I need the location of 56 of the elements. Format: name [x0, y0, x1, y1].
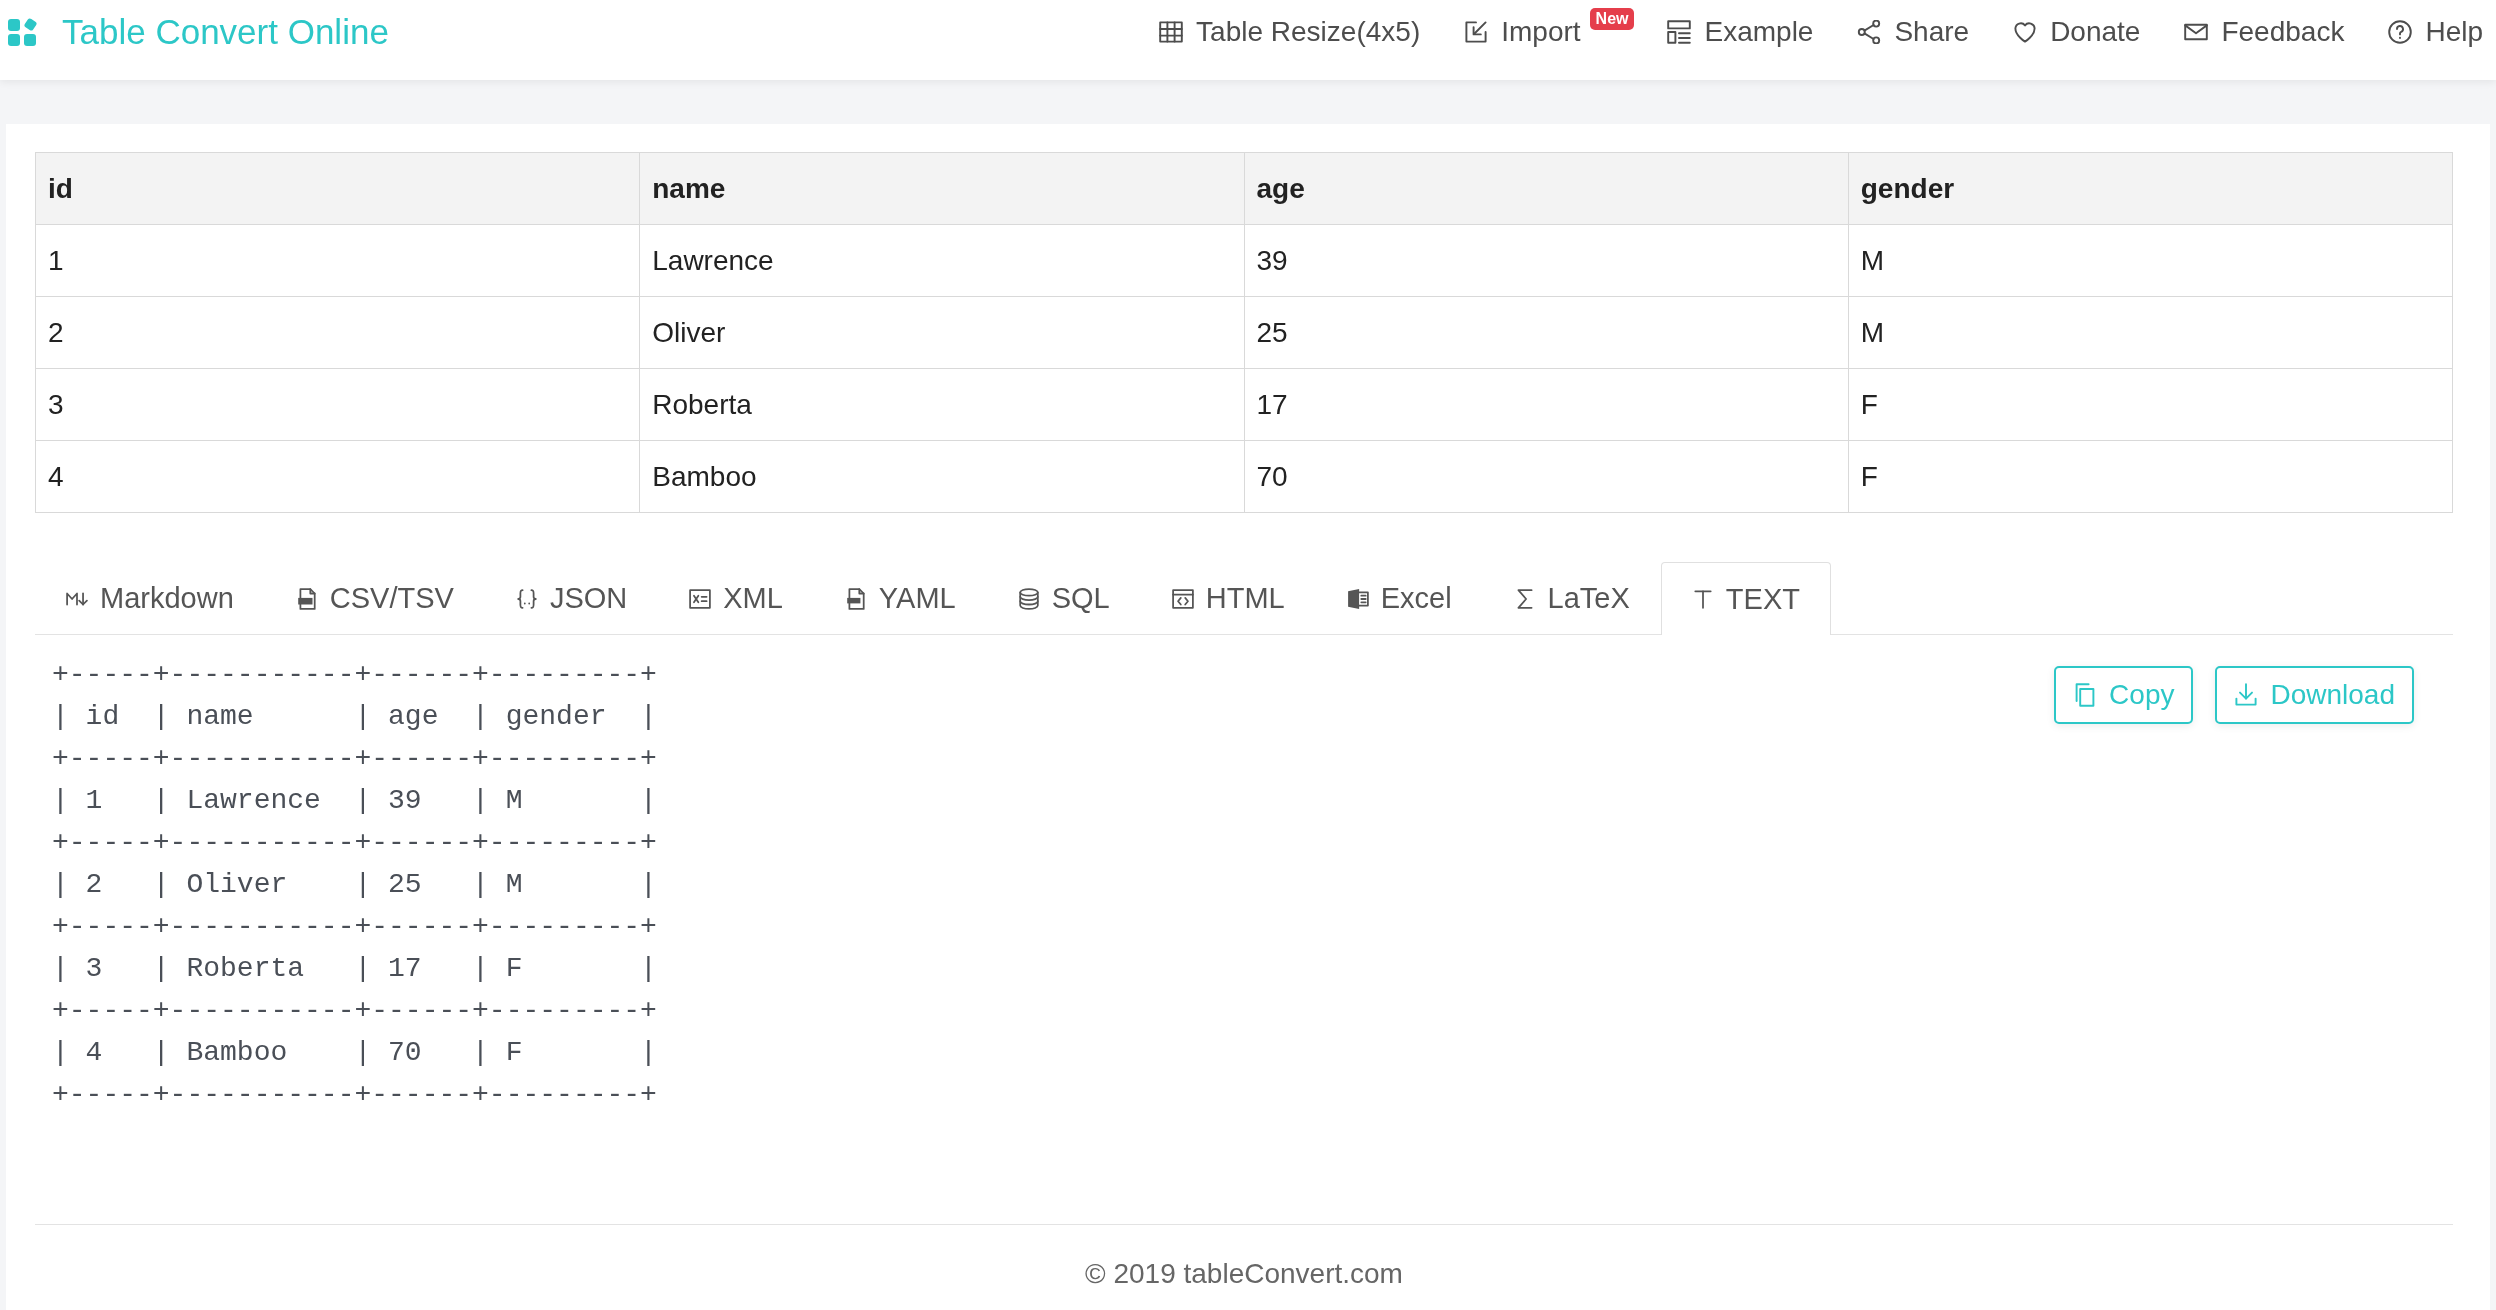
table-cell: 3	[35, 368, 640, 441]
nav-link[interactable]: Share	[1857, 16, 1970, 48]
column-header: id	[35, 152, 640, 225]
heart-icon	[2013, 20, 2038, 44]
text-icon	[1691, 588, 1714, 610]
table-cell: F	[1848, 440, 2453, 513]
table-cell: Lawrence	[639, 224, 1244, 297]
ascii-table-output: +-----+-----------+------+---------+ | id | name | age | gender | +-----+-----------+------+---------+ | 1 | Lawrence | 39 | M | +-----+-----------+------+---------+ | 2 | Oliver | 25 | M | +-----+-----------+------+---------+ | 3 | Roberta | 17 | F | +-----+-----------+------+---------+ | 4 | Bamboo | 70 | F | +-----+-----------+------+---------+	[51, 658, 657, 1112]
table-cell: 4	[35, 440, 640, 513]
table-cell: M	[1848, 224, 2453, 297]
column-header: age	[1244, 152, 1849, 225]
nav-link[interactable]: Feedback	[2184, 16, 2345, 48]
column-header: gender	[1848, 152, 2453, 225]
table-cell: 25	[1244, 296, 1849, 369]
format-tab[interactable]: JSON	[484, 562, 659, 634]
format-tab[interactable]: LaTeX	[1482, 562, 1661, 634]
code-window-icon	[1171, 587, 1194, 610]
download-icon	[2234, 683, 2259, 707]
braces-icon	[515, 587, 538, 610]
table-cell: 17	[1244, 368, 1849, 441]
format-tab[interactable]: Excel	[1315, 562, 1483, 634]
format-tab[interactable]: SQL	[986, 562, 1141, 634]
spreadsheet-icon	[1346, 587, 1369, 610]
table-cell: Roberta	[639, 368, 1244, 441]
table-cell: Oliver	[639, 296, 1244, 369]
layout-icon	[1667, 20, 1692, 44]
table-cell: F	[1848, 368, 2453, 441]
nav-link[interactable]: Donate	[2013, 16, 2141, 48]
table-cell: 2	[35, 296, 640, 369]
format-tab[interactable]: HTML	[1140, 562, 1316, 634]
format-tab[interactable]: TEXT	[1660, 562, 1831, 635]
new-badge: New	[1589, 8, 1635, 30]
copyright-text: © 2019 tableConvert.com	[1085, 1258, 1403, 1289]
nav-link[interactable]: Example	[1667, 16, 1814, 48]
file-icon	[844, 587, 867, 610]
logo-icon	[8, 17, 38, 47]
database-icon	[1017, 587, 1040, 610]
table-cell: Bamboo	[639, 440, 1244, 513]
help-icon	[2388, 20, 2413, 44]
nav-link[interactable]: Help	[2388, 16, 2483, 48]
share-icon	[1857, 20, 1882, 44]
box-arrow-icon	[1464, 20, 1489, 44]
column-header: name	[639, 152, 1244, 225]
table-cell: 39	[1244, 224, 1849, 297]
grid-icon	[1159, 20, 1184, 44]
format-tab[interactable]: Markdown	[35, 562, 265, 634]
format-tab[interactable]: CSV/TSV	[264, 562, 485, 634]
x-box-icon	[689, 587, 712, 610]
format-tab[interactable]: YAML	[813, 562, 987, 634]
table-cell: 70	[1244, 440, 1849, 513]
nav-link[interactable]: Table Resize(4x5)	[1159, 16, 1421, 48]
table-cell: 1	[35, 224, 640, 297]
format-tab[interactable]: XML	[658, 562, 814, 634]
nav-link[interactable]: Import	[1464, 16, 1581, 48]
document-icon	[295, 587, 318, 610]
table-cell: M	[1848, 296, 2453, 369]
